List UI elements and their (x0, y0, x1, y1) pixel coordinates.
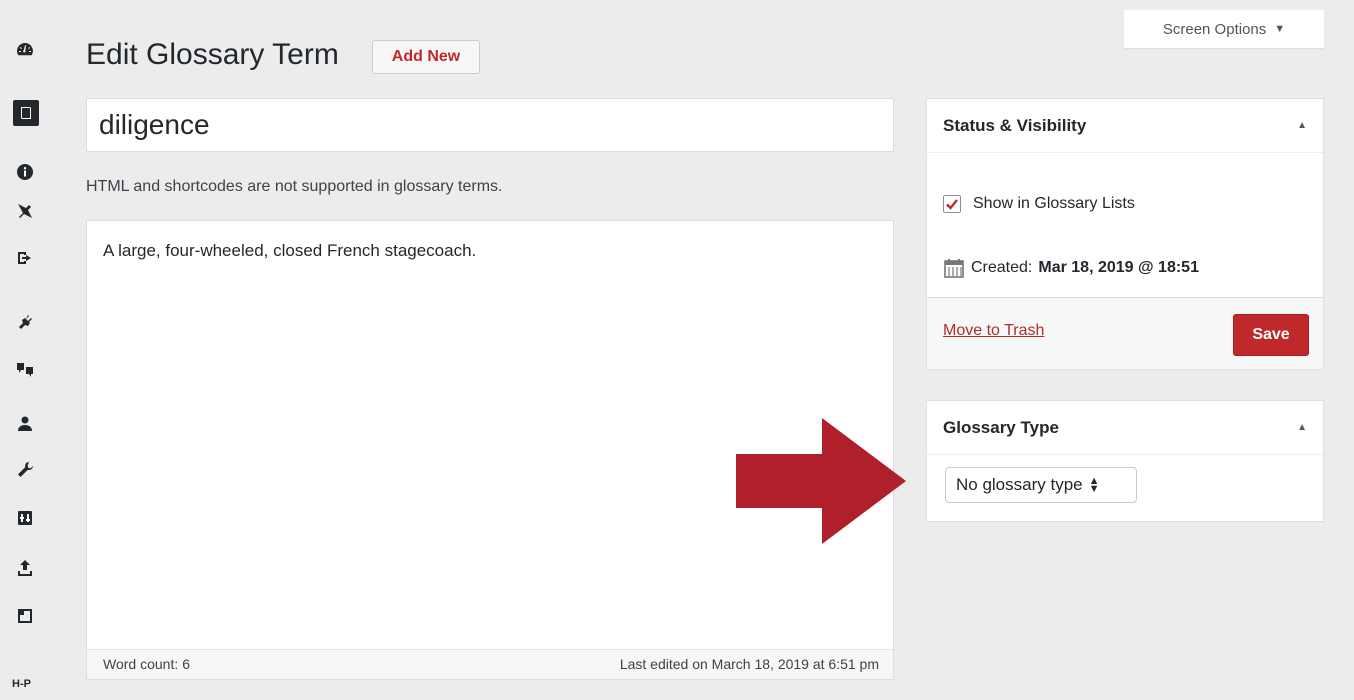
editor-content[interactable]: A large, four-wheeled, closed French sta… (103, 241, 476, 261)
last-edited: Last edited on March 18, 2019 at 6:51 pm (619, 656, 879, 672)
created-label: Created: (971, 259, 1033, 276)
page-title: Edit Glossary Term (86, 38, 339, 71)
term-title-input[interactable]: diligence (86, 98, 894, 152)
word-count-value: 6 (182, 656, 191, 672)
glossary-type-value: No glossary type (956, 475, 1083, 494)
checkmark-icon (946, 199, 958, 210)
calendar-icon (944, 259, 964, 278)
collapse-arrow-icon[interactable]: ▲ (1297, 120, 1307, 131)
save-button[interactable]: Save (1233, 314, 1309, 356)
status-panel-actions: Move to Trash Save (927, 297, 1323, 369)
red-arrow-icon (736, 418, 906, 544)
status-panel-header[interactable]: Status & Visibility ▲ (927, 99, 1323, 153)
glossary-type-select[interactable]: No glossary type ▲ ▼ (945, 467, 1137, 503)
add-new-button[interactable]: Add New (372, 40, 480, 74)
show-in-lists-label: Show in Glossary Lists (973, 195, 1135, 212)
settings-icon[interactable] (12, 506, 38, 530)
show-in-lists-row[interactable]: Show in Glossary Lists (943, 195, 1135, 213)
info-icon[interactable] (12, 160, 38, 184)
h5p-icon[interactable]: H-P (12, 678, 31, 690)
collapse-arrow-icon[interactable]: ▲ (1297, 422, 1307, 433)
word-count-label: Word count: (103, 656, 179, 672)
export-icon[interactable] (12, 246, 38, 270)
tools-icon[interactable] (12, 458, 38, 482)
dashboard-icon[interactable] (12, 38, 38, 62)
active-pointer (44, 105, 52, 121)
layout-icon[interactable] (12, 604, 38, 628)
upload-icon[interactable] (12, 556, 38, 580)
pin-icon[interactable] (12, 198, 38, 222)
type-panel-title: Glossary Type (943, 417, 1059, 437)
created-date[interactable]: Mar 18, 2019 @ 18:51 (1038, 259, 1199, 277)
screen-options-label: Screen Options (1162, 20, 1267, 38)
glossary-icon[interactable] (0, 90, 52, 136)
word-count: Word count: 6 (103, 656, 190, 672)
glossary-icon-box (13, 100, 39, 126)
move-to-trash-link[interactable]: Move to Trash (943, 322, 1044, 340)
status-visibility-panel: Status & Visibility ▲ Show in Glossary L… (926, 98, 1324, 370)
glossary-type-panel: Glossary Type ▲ No glossary type ▲ ▼ (926, 400, 1324, 522)
translate-icon[interactable] (12, 358, 38, 382)
screen-options-button[interactable]: Screen Options ▼ (1124, 10, 1324, 48)
select-arrows-icon: ▲ ▼ (1088, 475, 1100, 495)
caret-down-icon: ▼ (1274, 23, 1286, 35)
show-in-lists-checkbox[interactable] (943, 195, 961, 213)
editor-status-bar: Word count: 6 Last edited on March 18, 20… (87, 649, 893, 679)
admin-sidebar: H-P (0, 0, 52, 700)
status-panel-title: Status & Visibility (943, 115, 1087, 135)
type-panel-header[interactable]: Glossary Type ▲ (927, 401, 1323, 455)
plugins-icon[interactable] (12, 310, 38, 334)
created-row: Created: Mar 18, 2019 @ 18:51 (943, 257, 1199, 279)
users-icon[interactable] (12, 412, 38, 436)
html-notice: HTML and shortcodes are not supported in… (86, 178, 503, 195)
